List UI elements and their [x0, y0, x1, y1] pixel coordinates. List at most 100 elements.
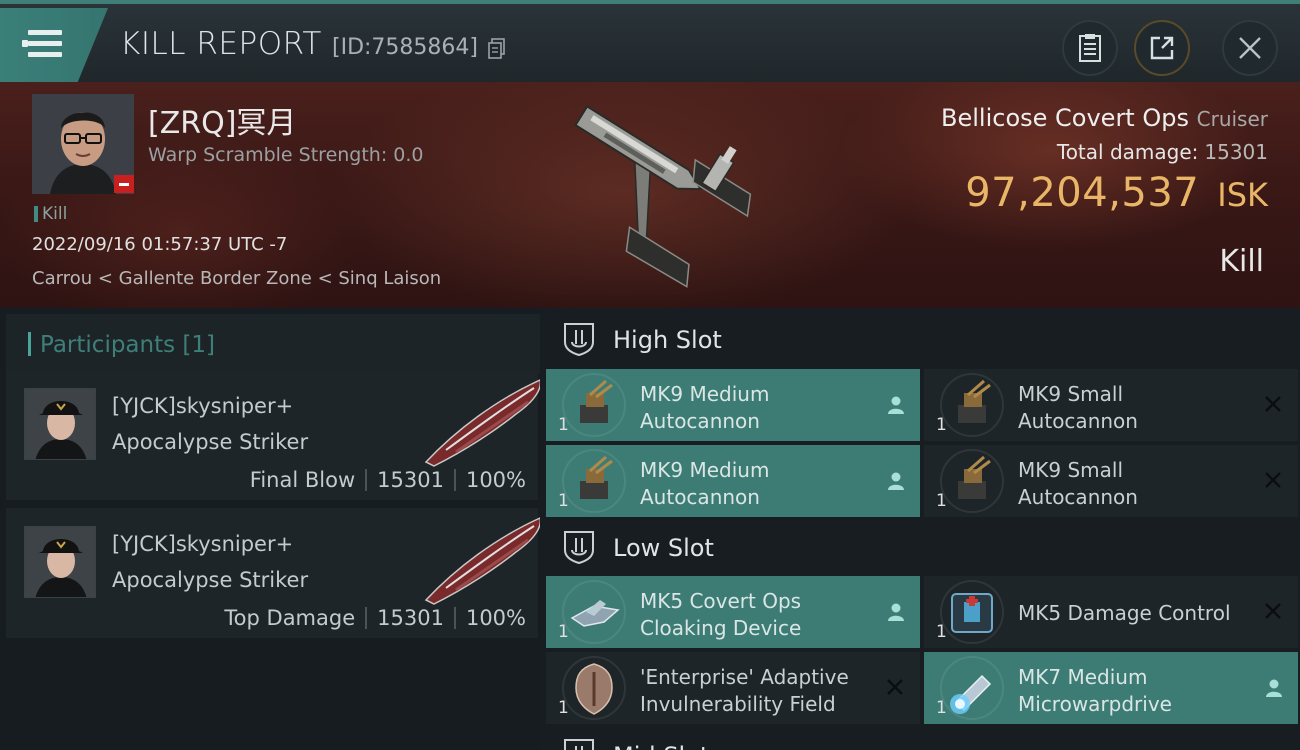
status-badge	[114, 175, 134, 193]
microwarpdrive-icon	[940, 656, 1004, 720]
victim-name[interactable]: [ZRQ]冥月	[148, 98, 296, 142]
stats-divider	[453, 607, 456, 629]
stats-divider	[365, 607, 368, 629]
close-button[interactable]	[1222, 20, 1278, 76]
total-damage-label: Total damage:	[1056, 140, 1199, 164]
ship-class: Cruiser	[1196, 107, 1268, 131]
kill-tag-marker	[34, 206, 38, 222]
isk-value: 97,204,537 ISK	[965, 170, 1268, 216]
autocannon-icon	[940, 373, 1004, 437]
module-quantity: 1	[936, 491, 947, 511]
module-name-line2: Cloaking Device	[640, 616, 802, 640]
kill-location[interactable]: Carrou < Gallente Border Zone < Sinq Lai…	[32, 268, 441, 289]
participant-avatar	[24, 526, 96, 598]
module-item[interactable]: 1 MK5 Damage Control	[924, 576, 1298, 648]
low-slot-header: Low Slot	[540, 516, 1300, 576]
high-slot-header: High Slot	[540, 308, 1300, 368]
module-item[interactable]: 1 MK5 Covert Ops Cloaking Device	[546, 576, 920, 648]
module-quantity: 1	[558, 622, 569, 642]
mid-slot-header: Mid Slot	[540, 724, 1300, 750]
fitting-panel: High Slot 1 MK9 Medium Autocannon 1 MK9 …	[540, 308, 1300, 750]
participant-avatar	[24, 388, 96, 460]
pilot-icon	[1266, 679, 1282, 697]
module-item[interactable]: 1 'Enterprise' Adaptive Invulnerability …	[546, 652, 920, 724]
participants-title: Participants [1]	[40, 332, 215, 358]
participant-stats: Final Blow 15301 100%	[250, 468, 526, 492]
module-quantity: 1	[936, 698, 947, 718]
participant-percent: 100%	[465, 468, 526, 492]
participant-ship: Apocalypse Striker	[112, 568, 309, 592]
module-name-line1: 'Enterprise' Adaptive	[640, 665, 849, 689]
module-name: 'Enterprise' Adaptive Invulnerability Fi…	[640, 664, 880, 718]
pilot-icon	[888, 396, 904, 414]
participant-ship-image	[424, 516, 542, 605]
participant-name: [YJCK]skysniper+	[112, 394, 294, 418]
menu-button[interactable]	[0, 8, 108, 82]
stats-divider	[453, 469, 456, 491]
ship-name-text: Bellicose Covert Ops	[941, 104, 1189, 132]
module-quantity: 1	[936, 415, 947, 435]
module-item[interactable]: 1 MK9 Small Autocannon	[924, 445, 1298, 517]
high-slot-label: High Slot	[613, 326, 722, 354]
participant-card[interactable]: [YJCK]skysniper+ Apocalypse Striker Fina…	[6, 370, 542, 500]
module-item[interactable]: 1 MK9 Small Autocannon	[924, 369, 1298, 441]
module-quantity: 1	[558, 415, 569, 435]
participant-role: Final Blow	[249, 468, 356, 492]
module-name-line1: MK9 Medium	[640, 458, 770, 482]
module-item[interactable]: 1 MK7 Medium Microwarpdrive	[924, 652, 1298, 724]
kill-tag-label: Kill	[42, 204, 68, 224]
share-button[interactable]	[1134, 20, 1190, 76]
participants-accent	[28, 332, 31, 356]
module-name-line2: Autocannon	[640, 409, 760, 433]
clipboard-button[interactable]	[1062, 20, 1118, 76]
clipboard-icon	[1079, 34, 1101, 62]
module-item[interactable]: 1 MK9 Medium Autocannon	[546, 445, 920, 517]
total-damage: Total damage: 15301	[1057, 140, 1268, 164]
copy-icon[interactable]	[488, 38, 506, 60]
module-name-line2: Autocannon	[640, 485, 760, 509]
close-icon	[1239, 37, 1261, 59]
participants-panel: Participants [1] [YJCK]skysniper+ Apocal…	[0, 308, 542, 750]
victim-ship-image[interactable]	[520, 86, 790, 306]
cloaking-device-icon	[562, 580, 626, 644]
participant-ship-image	[424, 378, 542, 467]
destroyed-icon	[1265, 472, 1281, 488]
pilot-icon	[888, 603, 904, 621]
kill-result: Kill	[1219, 244, 1264, 279]
module-quantity: 1	[936, 622, 947, 642]
low-slot-icon	[564, 531, 594, 564]
participant-name: [YJCK]skysniper+	[112, 532, 294, 556]
participants-header: Participants [1]	[6, 314, 540, 374]
module-name-line2: Invulnerability Field	[640, 692, 836, 716]
participant-ship: Apocalypse Striker	[112, 430, 309, 454]
participant-card[interactable]: [YJCK]skysniper+ Apocalypse Striker Top …	[6, 508, 542, 638]
pilot-icon	[888, 472, 904, 490]
module-name: MK9 Small Autocannon	[1018, 381, 1258, 435]
module-name: MK9 Small Autocannon	[1018, 457, 1258, 511]
high-slot-icon	[564, 323, 594, 356]
kill-datetime: 2022/09/16 01:57:37 UTC -7	[32, 234, 288, 255]
participant-stats: Top Damage 15301 100%	[224, 606, 526, 630]
destroyed-icon	[1265, 396, 1281, 412]
module-name-line2: Autocannon	[1018, 485, 1138, 509]
victim-ship-name[interactable]: Bellicose Covert Ops Cruiser	[941, 104, 1268, 132]
autocannon-icon	[940, 449, 1004, 513]
isk-unit: ISK	[1217, 176, 1268, 214]
kill-banner: [ZRQ]冥月 Warp Scramble Strength: 0.0 Kill…	[0, 82, 1300, 308]
share-icon	[1150, 36, 1174, 60]
module-name-line1: MK7 Medium	[1018, 665, 1148, 689]
mid-slot-label: Mid Slot	[613, 742, 709, 750]
destroyed-icon	[1265, 603, 1281, 619]
module-name-line1: MK9 Small	[1018, 458, 1123, 482]
mid-slot-icon	[564, 739, 594, 750]
module-name-line1: MK9 Small	[1018, 382, 1123, 406]
module-item[interactable]: 1 MK9 Medium Autocannon	[546, 369, 920, 441]
module-name: MK5 Covert Ops Cloaking Device	[640, 588, 880, 642]
autocannon-icon	[562, 449, 626, 513]
module-name: MK9 Medium Autocannon	[640, 457, 880, 511]
low-slot-label: Low Slot	[613, 534, 714, 562]
participant-role: Top Damage	[224, 606, 356, 630]
report-id: [ID:7585864]	[332, 35, 478, 60]
module-name: MK9 Medium Autocannon	[640, 381, 880, 435]
warp-scramble-strength: Warp Scramble Strength: 0.0	[148, 144, 424, 166]
